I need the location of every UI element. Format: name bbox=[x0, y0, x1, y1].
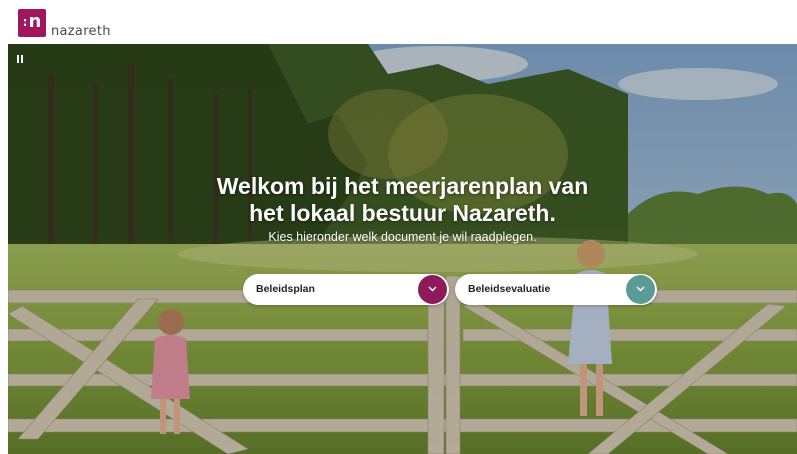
beleidsplan-dropdown[interactable]: Beleidsplan bbox=[243, 274, 449, 305]
pause-icon[interactable] bbox=[17, 55, 23, 63]
beleidsplan-label: Beleidsplan bbox=[256, 283, 315, 295]
nazareth-logo[interactable]: :n bbox=[18, 9, 46, 37]
chevron-down-icon[interactable] bbox=[418, 275, 447, 304]
beleidsevaluatie-dropdown[interactable]: Beleidsevaluatie bbox=[455, 274, 657, 305]
hero-photo bbox=[8, 44, 797, 454]
logo-text[interactable]: nazareth bbox=[51, 24, 111, 39]
hero-title-line2: het lokaal bestuur Nazareth. bbox=[249, 200, 556, 226]
hero-subtitle: Kies hieronder welk document je wil raad… bbox=[268, 230, 537, 244]
chevron-down-icon[interactable] bbox=[626, 275, 655, 304]
site-header: :n nazareth bbox=[0, 0, 797, 44]
hero-banner: Welkom bij het meerjarenplan van het lok… bbox=[8, 44, 797, 454]
beleidsevaluatie-label: Beleidsevaluatie bbox=[468, 283, 551, 295]
hero-title-line1: Welkom bij het meerjarenplan van bbox=[216, 173, 589, 199]
